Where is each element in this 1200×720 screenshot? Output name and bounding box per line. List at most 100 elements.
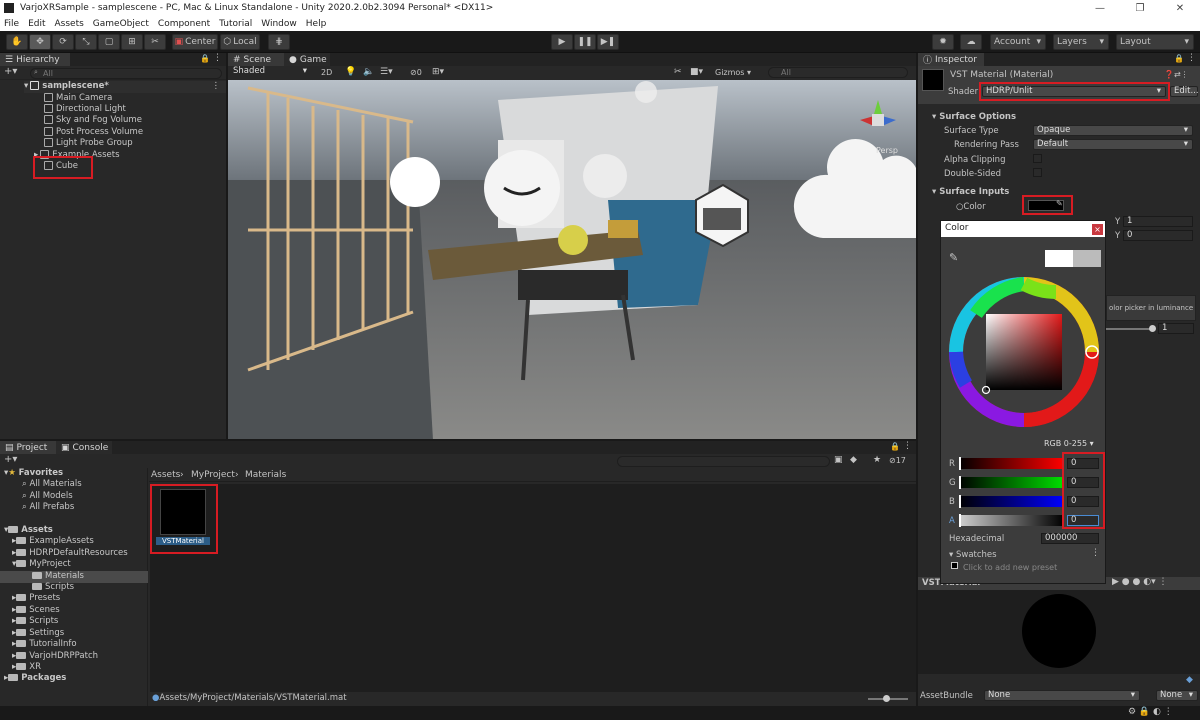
- custom-tool-icon[interactable]: ✂: [144, 34, 166, 50]
- breadcrumb-materials[interactable]: Materials: [245, 470, 286, 480]
- surface-options-header[interactable]: ▾ Surface Options: [932, 112, 1016, 122]
- tab-hierarchy[interactable]: ☰ Hierarchy: [0, 53, 70, 66]
- assets-root[interactable]: ▾ Assets: [4, 525, 53, 537]
- g-slider-thumb[interactable]: [959, 476, 961, 489]
- b-input[interactable]: 0: [1067, 496, 1099, 507]
- asset-label-vstmaterial[interactable]: VSTMaterial: [156, 537, 210, 545]
- hierarchy-item-sky-fog[interactable]: Sky and Fog Volume: [44, 115, 142, 127]
- tab-inspector[interactable]: ⓘ Inspector: [918, 53, 984, 66]
- icon-size-slider-thumb[interactable]: [883, 695, 890, 702]
- hierarchy-item-example-assets[interactable]: ▸ Example Assets: [34, 150, 120, 162]
- a-input[interactable]: 0: [1067, 515, 1099, 526]
- collab-icon[interactable]: ✹: [932, 34, 954, 50]
- add-icon[interactable]: +▾: [4, 66, 17, 77]
- eyedropper-icon[interactable]: ✎: [1056, 199, 1063, 208]
- menu-edit[interactable]: Edit: [28, 19, 45, 29]
- hierarchy-item-post-process[interactable]: Post Process Volume: [44, 127, 143, 139]
- shader-edit-button[interactable]: Edit...: [1170, 86, 1199, 97]
- folder-presets[interactable]: ▸ Presets: [12, 593, 60, 605]
- layout-dropdown[interactable]: Layout ▾: [1116, 34, 1194, 50]
- rotate-tool-icon[interactable]: ⟳: [52, 34, 74, 50]
- label-filter-icon[interactable]: ◆: [850, 455, 857, 465]
- hidden-objects-toggle[interactable]: ⊘0: [410, 68, 422, 77]
- menu-assets[interactable]: Assets: [55, 19, 84, 29]
- grid-icon[interactable]: ⊞▾: [432, 67, 444, 77]
- pivot-center-button[interactable]: ▣ Center: [172, 34, 218, 50]
- maximize-icon[interactable]: ❐: [1120, 3, 1160, 14]
- pause-button[interactable]: ❚❚: [574, 34, 596, 50]
- effects-icon[interactable]: ☰▾: [380, 67, 393, 77]
- folder-hdrp-default[interactable]: ▸ HDRPDefaultResources: [12, 548, 128, 560]
- surface-inputs-header[interactable]: ▾ Surface Inputs: [932, 187, 1009, 197]
- breadcrumb-myproject[interactable]: MyProject: [191, 470, 235, 480]
- minimize-icon[interactable]: —: [1080, 3, 1120, 14]
- folder-scenes[interactable]: ▸ Scenes: [12, 605, 60, 617]
- double-sided-checkbox[interactable]: [1033, 168, 1042, 177]
- shader-dropdown[interactable]: HDRP/Unlit ▾: [982, 86, 1166, 97]
- scene-root[interactable]: ▾ samplescene* ⋮: [24, 81, 226, 93]
- color-picker-close-icon[interactable]: ×: [1092, 224, 1103, 235]
- rect-tool-icon[interactable]: ▢: [98, 34, 120, 50]
- folder-example-assets[interactable]: ▸ ExampleAssets: [12, 536, 94, 548]
- tab-console[interactable]: ▣ Console: [56, 441, 112, 454]
- swatches-menu-icon[interactable]: ⋮: [1091, 548, 1100, 558]
- hidden-packages-toggle[interactable]: ⊘17: [889, 456, 906, 465]
- hierarchy-search-input[interactable]: All: [30, 68, 222, 79]
- folder-myproject[interactable]: ▾ MyProject: [12, 559, 71, 571]
- status-icons[interactable]: ⚙ 🔒 ◐ ⋮: [1128, 707, 1173, 717]
- tiling-y-field[interactable]: 1: [1123, 216, 1193, 227]
- favorite-icon[interactable]: ★: [873, 455, 881, 465]
- panel-menu-icon[interactable]: ⋮: [213, 53, 222, 63]
- hierarchy-item-cube[interactable]: Cube: [44, 161, 78, 173]
- move-tool-icon[interactable]: ✥: [29, 34, 51, 50]
- asset-thumbnail-vstmaterial[interactable]: [160, 489, 206, 535]
- folder-xr[interactable]: ▸ XR: [12, 662, 41, 674]
- tab-game[interactable]: ● Game: [284, 53, 330, 66]
- hierarchy-item-directional-light[interactable]: Directional Light: [44, 104, 126, 116]
- menu-window[interactable]: Window: [261, 19, 297, 29]
- search-by-type-icon[interactable]: ▣: [834, 455, 843, 465]
- folder-varjo-hdrp-patch[interactable]: ▸ VarjoHDRPPatch: [12, 651, 98, 663]
- b-slider[interactable]: [959, 496, 1064, 507]
- panel-menu-icon[interactable]: ⋮: [903, 441, 912, 451]
- offset-y-field[interactable]: 0: [1123, 230, 1193, 241]
- grid-snap-icon[interactable]: ⋕: [268, 34, 290, 50]
- lock-icon[interactable]: 🔒: [1174, 54, 1184, 63]
- favorite-all-prefabs[interactable]: ⌕ All Prefabs: [22, 502, 74, 514]
- hierarchy-item-main-camera[interactable]: Main Camera: [44, 93, 112, 105]
- folder-materials[interactable]: Materials: [0, 571, 148, 583]
- inspector-slider[interactable]: [1106, 328, 1154, 330]
- tab-scene[interactable]: # Scene: [228, 53, 284, 66]
- asset-bundle-dropdown[interactable]: None ▾: [984, 690, 1140, 701]
- surface-type-dropdown[interactable]: Opaque ▾: [1033, 125, 1193, 136]
- account-dropdown[interactable]: Account ▾: [990, 34, 1046, 50]
- scale-tool-icon[interactable]: ⤡: [75, 34, 97, 50]
- hierarchy-item-light-probe[interactable]: Light Probe Group: [44, 138, 133, 150]
- transform-tool-icon[interactable]: ⊞: [121, 34, 143, 50]
- cloud-icon[interactable]: ☁: [960, 34, 982, 50]
- play-button[interactable]: ▶: [551, 34, 573, 50]
- inspector-slider-thumb[interactable]: [1149, 325, 1156, 332]
- inspector-slider-field[interactable]: 1: [1158, 323, 1194, 334]
- folder-scripts[interactable]: ▸ Scripts: [12, 616, 58, 628]
- color-wheel[interactable]: [946, 274, 1102, 430]
- tab-project[interactable]: ▤ Project: [0, 441, 56, 454]
- add-swatch-icon[interactable]: [951, 562, 958, 569]
- menu-gameobject[interactable]: GameObject: [93, 19, 149, 29]
- lighting-icon[interactable]: 💡: [345, 67, 356, 77]
- panel-menu-icon[interactable]: ⋮: [1187, 53, 1196, 63]
- favorite-all-materials[interactable]: ⌕ All Materials: [22, 479, 82, 491]
- menu-tutorial[interactable]: Tutorial: [219, 19, 252, 29]
- alpha-clipping-checkbox[interactable]: [1033, 154, 1042, 163]
- color-mode-dropdown[interactable]: RGB 0-255 ▾: [1041, 439, 1099, 450]
- gizmos-dropdown[interactable]: Gizmos ▾: [715, 68, 751, 77]
- b-slider-thumb[interactable]: [959, 495, 961, 508]
- tools-icon[interactable]: ✂: [674, 67, 682, 77]
- favorites-header[interactable]: ▾★ Favorites: [4, 468, 63, 480]
- menu-component[interactable]: Component: [158, 19, 210, 29]
- menu-file[interactable]: File: [4, 19, 19, 29]
- lock-icon[interactable]: 🔒: [200, 54, 210, 63]
- a-slider[interactable]: [959, 515, 1064, 526]
- persp-label[interactable]: Persp: [876, 146, 898, 155]
- project-search-input[interactable]: [617, 456, 830, 467]
